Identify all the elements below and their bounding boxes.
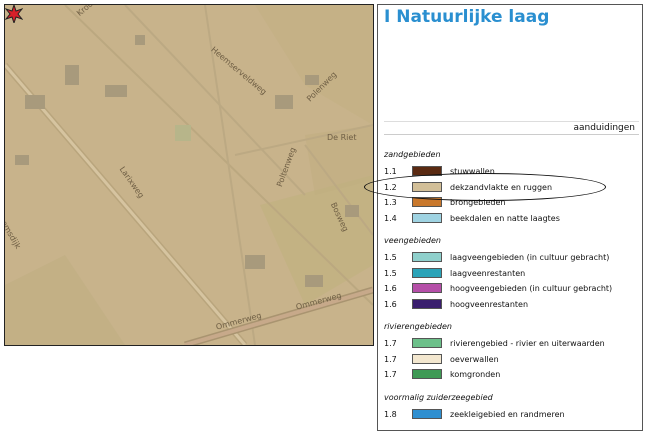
legend-row-number: 1.5: [384, 253, 397, 262]
legend-swatch: [412, 369, 442, 379]
legend-swatch: [412, 252, 442, 262]
legend-section-title: voormalig zuiderzeegebied: [384, 392, 493, 402]
legend-row-label: laagveengebieden (in cultuur gebracht): [450, 253, 610, 262]
legend-swatch: [412, 298, 442, 309]
legend-row-label: oeverwallen: [450, 354, 499, 364]
legend-row-number: 1.7: [384, 370, 397, 379]
legend-row-number: 1.3: [384, 198, 397, 207]
legend-section-title: zandgebieden: [384, 150, 441, 159]
legend-row-number: 1.8: [384, 409, 397, 419]
legend-row-number: 1.7: [384, 354, 397, 364]
legend-swatch: [412, 353, 442, 364]
legend-swatch: [412, 338, 442, 348]
legend-swatch: [412, 283, 442, 293]
legend-row-label: hoogveenrestanten: [450, 299, 529, 309]
legend-row-number: 1.7: [384, 339, 397, 348]
map-panel[interactable]: Kroondijk Heemserveldweg Polenweg De Rie…: [4, 4, 374, 346]
legend-row-label: laagveenrestanten: [450, 268, 526, 278]
highlight-oval: [364, 173, 606, 201]
legend-row-number: 1.5: [384, 268, 397, 278]
legend-swatch: [412, 212, 442, 223]
legend-section-title: rivierengebieden: [384, 322, 452, 331]
legend-row-number: 1.4: [384, 213, 397, 223]
street-label: De Riet: [327, 133, 357, 142]
legend-title: I Natuurlijke laag: [384, 7, 550, 27]
red-star-marker-icon[interactable]: [5, 5, 23, 23]
legend-swatch: [412, 408, 442, 419]
legend-row-number: 1.6: [384, 299, 397, 309]
legend-header: aanduidingen: [384, 121, 639, 135]
legend-row-label: komgronden: [450, 370, 501, 379]
legend-row-label: zeekleigebied en randmeren: [450, 409, 565, 419]
legend-section-title: veengebieden: [384, 236, 441, 245]
legend-panel: I Natuurlijke laag aanduidingen zandgebi…: [377, 4, 643, 431]
legend-swatch: [412, 267, 442, 278]
legend-row-label: rivierengebied - rivier en uiterwaarden: [450, 339, 605, 348]
legend-row-number: 1.1: [384, 167, 397, 176]
legend-row-number: 1.6: [384, 284, 397, 293]
legend-row-label: beekdalen en natte laagtes: [450, 213, 560, 223]
map-graphic: [5, 5, 373, 345]
legend-row-label: hoogveengebieden (in cultuur gebracht): [450, 284, 613, 293]
